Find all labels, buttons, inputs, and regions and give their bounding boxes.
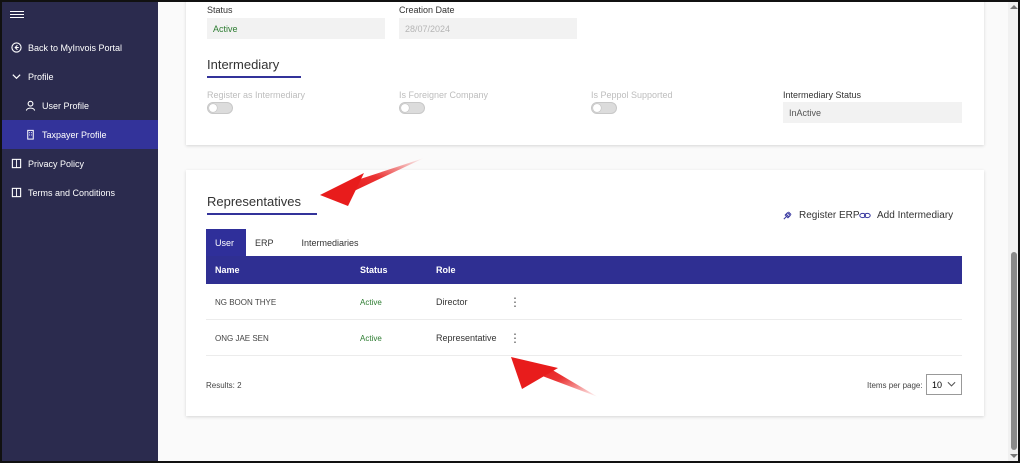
- scrollbar-thumb[interactable]: [1011, 252, 1017, 450]
- representatives-card: Representatives Register ERP Add Interme…: [186, 170, 984, 416]
- link-icon: [859, 212, 871, 219]
- register-erp-button[interactable]: Register ERP: [782, 210, 860, 221]
- representatives-section-title: Representatives: [207, 194, 317, 215]
- book-icon: [10, 158, 22, 170]
- row-status: Active: [360, 333, 382, 343]
- add-intermediary-button[interactable]: Add Intermediary: [859, 210, 953, 221]
- tab-user[interactable]: User: [206, 229, 247, 256]
- column-header-role: Role: [436, 265, 456, 275]
- status-label: Status: [207, 5, 233, 15]
- column-header-status: Status: [360, 265, 388, 275]
- items-per-page-label: Items per page:: [867, 381, 923, 390]
- results-count: Results: 2: [206, 381, 242, 390]
- sidebar-item-profile[interactable]: Profile: [2, 62, 158, 91]
- row-role: Director: [436, 297, 468, 307]
- scroll-down-arrow-icon[interactable]: [1010, 454, 1018, 458]
- sidebar-item-label: Taxpayer Profile: [42, 129, 107, 140]
- building-icon: [24, 129, 36, 141]
- row-name: ONG JAE SEN: [215, 333, 269, 343]
- user-icon: [24, 100, 36, 112]
- tab-erp[interactable]: ERP: [246, 229, 288, 256]
- row-role: Representative: [436, 333, 497, 343]
- peppol-supported-label: Is Peppol Supported: [591, 90, 673, 100]
- sidebar-item-privacy-policy[interactable]: Privacy Policy: [2, 149, 158, 178]
- register-erp-label: Register ERP: [799, 210, 860, 221]
- intermediary-section-title: Intermediary: [207, 57, 301, 78]
- status-field: Active: [207, 18, 385, 39]
- sidebar-item-label: Terms and Conditions: [28, 187, 116, 198]
- representatives-tabs: User ERP Intermediaries: [206, 229, 373, 256]
- vertical-scrollbar[interactable]: [1008, 2, 1018, 461]
- chevron-down-icon: [947, 381, 956, 387]
- scroll-up-arrow-icon[interactable]: [1010, 5, 1018, 9]
- row-actions-icon[interactable]: ⋮: [509, 284, 521, 320]
- register-intermediary-label: Register as Intermediary: [207, 90, 306, 100]
- intermediary-status-field: InActive: [783, 102, 962, 123]
- register-intermediary-toggle[interactable]: [207, 102, 233, 114]
- row-status: Active: [360, 297, 382, 307]
- circle-arrow-left-icon: [10, 42, 22, 54]
- foreigner-company-toggle[interactable]: [399, 102, 425, 114]
- table-row: ONG JAE SEN Active Representative ⋮: [206, 320, 962, 356]
- items-per-page-value: 10: [932, 379, 943, 390]
- sidebar-item-label: Privacy Policy: [28, 158, 85, 169]
- main-content: Status Active Creation Date 28/07/2024 I…: [158, 2, 1008, 461]
- intermediary-status-label: Intermediary Status: [783, 90, 862, 100]
- sidebar-item-terms[interactable]: Terms and Conditions: [2, 178, 158, 207]
- book-icon: [10, 187, 22, 199]
- sidebar-item-taxpayer-profile[interactable]: Taxpayer Profile: [2, 120, 158, 149]
- sidebar-item-label: User Profile: [42, 100, 90, 111]
- sidebar: Back to MyInvois Portal Profile User Pro…: [2, 2, 158, 461]
- sidebar-item-back-to-portal[interactable]: Back to MyInvois Portal: [2, 33, 158, 62]
- tab-intermediaries[interactable]: Intermediaries: [288, 229, 373, 256]
- creation-date-label: Creation Date: [399, 5, 455, 15]
- column-header-name: Name: [215, 265, 240, 275]
- table-row: NG BOON THYE Active Director ⋮: [206, 284, 962, 320]
- row-actions-icon[interactable]: ⋮: [509, 320, 521, 356]
- peppol-supported-toggle[interactable]: [591, 102, 617, 114]
- plug-icon: [783, 211, 792, 220]
- sidebar-item-label: Profile: [28, 71, 54, 82]
- row-name: NG BOON THYE: [215, 297, 277, 307]
- sidebar-item-label: Back to MyInvois Portal: [28, 42, 123, 53]
- taxpayer-details-card: Status Active Creation Date 28/07/2024 I…: [186, 2, 984, 145]
- table-header: Name Status Role: [206, 256, 962, 284]
- add-intermediary-label: Add Intermediary: [877, 210, 954, 221]
- chevron-down-icon: [10, 71, 22, 83]
- creation-date-field: 28/07/2024: [399, 18, 577, 39]
- sidebar-item-user-profile[interactable]: User Profile: [2, 91, 158, 120]
- items-per-page-select[interactable]: 10: [926, 374, 962, 395]
- hamburger-menu-icon[interactable]: [10, 11, 24, 21]
- app-window: Back to MyInvois Portal Profile User Pro…: [0, 0, 1020, 463]
- foreigner-company-label: Is Foreigner Company: [399, 90, 489, 100]
